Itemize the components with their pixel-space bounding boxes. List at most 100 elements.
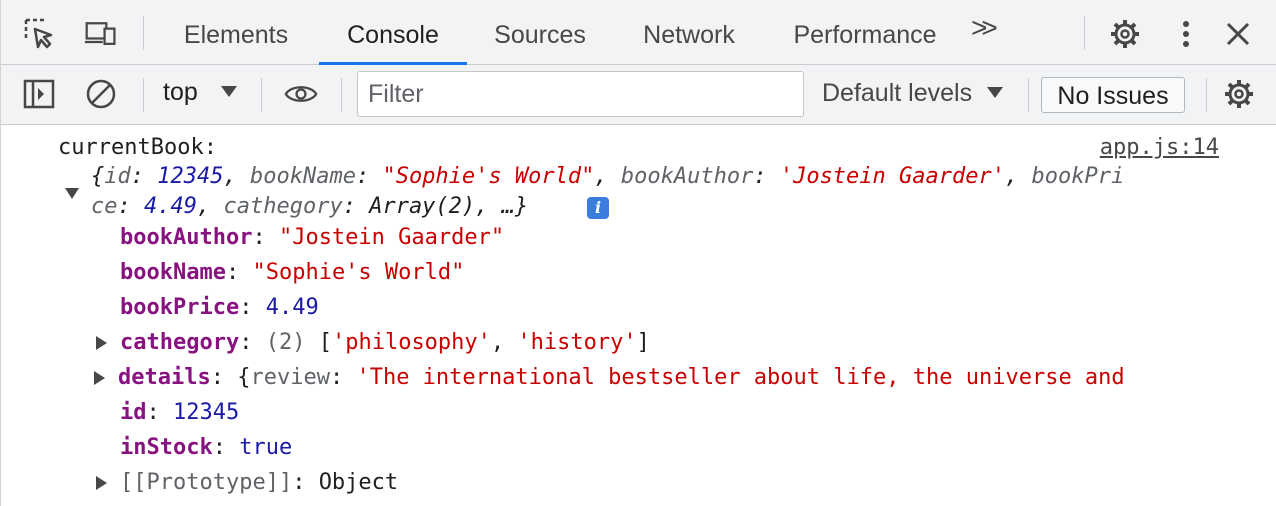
nested-key: review — [250, 365, 330, 390]
property-key: bookPrice — [120, 295, 240, 320]
array-length: (2) — [265, 330, 306, 355]
property-row-cathegory[interactable]: cathegory: (2) ['philosophy', 'history'] — [120, 328, 650, 358]
property-key: details — [118, 365, 211, 390]
property-key: cathegory — [120, 330, 240, 355]
property-key: bookAuthor — [120, 225, 253, 250]
summary-value: 4.49 — [144, 194, 197, 219]
console-output: app.js:14 currentBook: {id: 12345, bookN… — [1, 125, 1276, 506]
property-colon: : — [239, 295, 266, 320]
summary-key: id — [104, 164, 131, 189]
expand-toggle-icon[interactable] — [65, 188, 79, 199]
summary-ellipsis: …} — [501, 194, 529, 219]
property-row-prototype[interactable]: [[Prototype]]: Object — [120, 468, 398, 498]
array-item: 'philosophy' — [331, 330, 491, 355]
summary-comma: , — [1005, 164, 1032, 189]
summary-comma: , — [594, 164, 621, 189]
tab-console[interactable]: Console — [319, 0, 467, 65]
property-colon: : — [329, 365, 357, 390]
toolbar-separator — [341, 78, 342, 112]
property-key: inStock — [120, 435, 213, 460]
summary-key: ce — [91, 194, 118, 219]
property-row-bookAuthor: bookAuthor: "Jostein Gaarder" — [120, 223, 504, 253]
tab-performance[interactable]: Performance — [781, 0, 949, 65]
clear-console-icon[interactable] — [84, 77, 118, 111]
expand-toggle-icon[interactable] — [94, 371, 105, 385]
property-key: id — [120, 400, 147, 425]
expand-toggle-icon[interactable] — [96, 476, 107, 490]
summary-value: "Sophie's World" — [382, 164, 595, 189]
inspect-element-icon[interactable] — [23, 17, 57, 51]
property-row-bookPrice: bookPrice: 4.49 — [120, 293, 319, 323]
array-comma: , — [490, 330, 518, 355]
console-toolbar: top Default levels No Issues — [1, 65, 1276, 125]
property-colon: : — [239, 330, 266, 355]
info-icon[interactable]: i — [587, 197, 609, 219]
expand-toggle-icon[interactable] — [96, 336, 107, 350]
settings-gear-icon[interactable] — [1108, 17, 1142, 51]
summary-key: cathegory — [223, 194, 343, 219]
summary-value: Array(2) — [369, 194, 476, 219]
property-colon: : — [252, 225, 279, 250]
filter-input[interactable] — [357, 71, 804, 117]
toolbar-separator — [1084, 16, 1085, 50]
summary-colon: : — [355, 164, 383, 189]
devtools-window: Elements Console Sources Network Perform… — [0, 0, 1276, 506]
property-colon: : — [210, 365, 238, 390]
property-row-bookName: bookName: "Sophie's World" — [120, 258, 464, 288]
eye-icon[interactable] — [284, 77, 318, 111]
toolbar-separator — [143, 78, 144, 112]
more-options-icon[interactable] — [1169, 17, 1203, 51]
summary-colon: : — [130, 164, 158, 189]
property-value: Object — [318, 470, 399, 495]
property-row-inStock: inStock: true — [120, 433, 292, 463]
nested-value: 'The international bestseller about life… — [356, 365, 1125, 390]
log-label: currentBook: — [58, 135, 217, 160]
property-row-details[interactable]: details: {review: 'The international bes… — [118, 363, 1125, 393]
property-colon: : — [292, 470, 319, 495]
toolbar-separator — [261, 78, 262, 112]
summary-key: bookPri — [1031, 164, 1125, 189]
context-selector[interactable]: top — [163, 78, 198, 107]
property-row-id: id: 12345 — [120, 398, 239, 428]
summary-comma: , — [196, 194, 224, 219]
chevron-down-icon[interactable] — [987, 87, 1003, 98]
toolbar-separator — [1206, 78, 1207, 112]
summary-key: bookAuthor — [620, 164, 754, 189]
object-summary-line-1[interactable]: {id: 12345, bookName: "Sophie's World", … — [91, 162, 1124, 192]
property-colon: : — [212, 435, 240, 460]
property-value: 4.49 — [265, 295, 319, 320]
object-brace: { — [237, 365, 251, 390]
chevron-down-icon[interactable] — [221, 86, 237, 97]
devtools-tab-bar: Elements Console Sources Network Perform… — [1, 0, 1276, 65]
property-key: [[Prototype]] — [120, 470, 293, 495]
console-settings-icon[interactable] — [1222, 77, 1256, 111]
issues-button[interactable]: No Issues — [1041, 77, 1185, 113]
device-toolbar-icon[interactable] — [84, 17, 118, 51]
property-value: "Sophie's World" — [252, 260, 465, 285]
sidebar-toggle-icon[interactable] — [22, 77, 56, 111]
property-value: "Jostein Gaarder" — [278, 225, 505, 250]
summary-key: bookName — [249, 164, 356, 189]
tab-sources[interactable]: Sources — [483, 0, 597, 65]
close-icon[interactable] — [1221, 17, 1255, 51]
summary-colon: : — [342, 194, 370, 219]
toolbar-separator — [1028, 78, 1029, 112]
summary-brace: { — [91, 164, 105, 189]
more-tabs-button[interactable]: >> — [971, 12, 998, 44]
toolbar-separator — [143, 16, 144, 50]
summary-value: 'Jostein Gaarder' — [779, 164, 1005, 189]
array-bracket: ] — [636, 330, 650, 355]
property-value: true — [239, 435, 293, 460]
source-link[interactable]: app.js:14 — [1100, 135, 1219, 160]
object-summary-line-2[interactable]: ce: 4.49, cathegory: Array(2), …} — [91, 192, 528, 222]
summary-value: 12345 — [157, 164, 224, 189]
summary-comma: , — [223, 164, 250, 189]
tab-network[interactable]: Network — [629, 0, 749, 65]
array-item: 'history' — [517, 330, 637, 355]
tab-elements[interactable]: Elements — [169, 0, 303, 65]
property-colon: : — [225, 260, 253, 285]
summary-colon: : — [117, 194, 144, 219]
log-levels-dropdown[interactable]: Default levels — [822, 79, 972, 108]
property-key: bookName — [120, 260, 226, 285]
property-value: 12345 — [173, 400, 240, 425]
